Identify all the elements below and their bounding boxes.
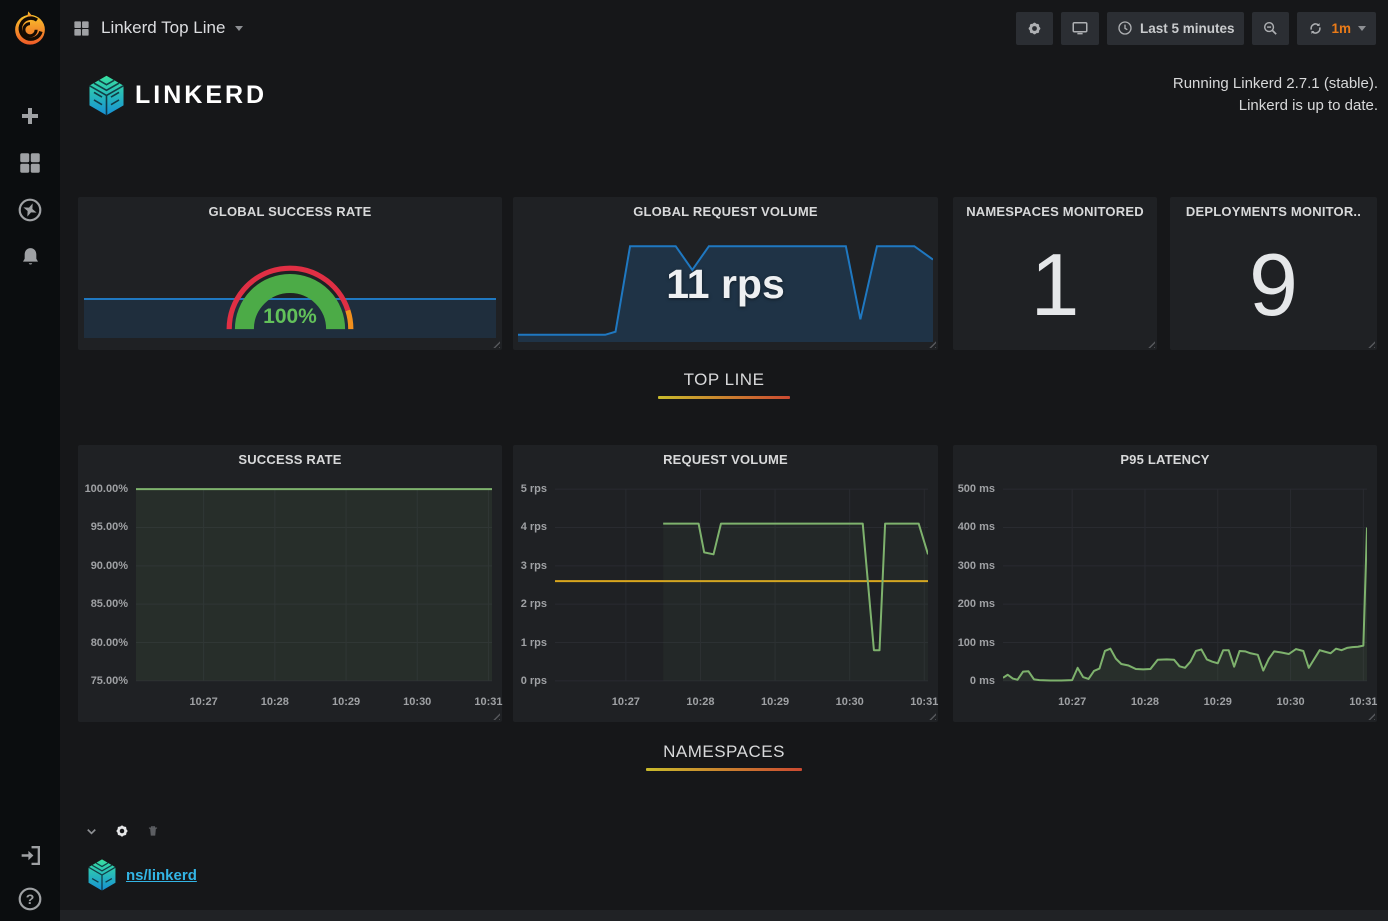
sidebar: ? xyxy=(0,0,60,921)
panel-p95-latency: P95 LATENCY 500 ms400 ms300 ms200 ms100 … xyxy=(953,445,1377,722)
resize-handle[interactable] xyxy=(491,339,500,348)
help-icon[interactable]: ? xyxy=(16,885,44,913)
panel-title[interactable]: P95 LATENCY xyxy=(959,452,1371,467)
y-axis: 500 ms400 ms300 ms200 ms100 ms0 ms xyxy=(953,483,1003,687)
clock-icon xyxy=(1117,20,1133,36)
brand-label: LINKERD xyxy=(135,81,267,110)
plot-area[interactable] xyxy=(136,483,492,687)
gauge-value: 100% xyxy=(78,305,502,329)
zoom-out-button[interactable] xyxy=(1252,12,1289,45)
monitor-icon xyxy=(1071,19,1089,37)
chevron-down-icon xyxy=(235,26,243,31)
alerting-bell-icon[interactable] xyxy=(16,243,44,271)
cycle-view-button[interactable] xyxy=(1061,12,1099,45)
panel-title[interactable]: GLOBAL SUCCESS RATE xyxy=(84,204,496,219)
explore-compass-icon[interactable] xyxy=(16,196,44,224)
create-plus-icon[interactable] xyxy=(16,102,44,130)
grafana-dashboard: ? Linkerd Top Line xyxy=(0,0,1388,921)
panel-deployments-monitored: DEPLOYMENTS MONITOR.. 9 xyxy=(1170,197,1377,350)
x-axis: 10:2710:2810:2910:3010:31 xyxy=(555,696,928,711)
dashboard-grid-icon xyxy=(72,19,91,38)
svg-text:?: ? xyxy=(26,891,35,907)
linkerd-status-text: Running Linkerd 2.7.1 (stable). Linkerd … xyxy=(1173,73,1378,117)
plot-area[interactable] xyxy=(555,483,928,687)
time-range-label: Last 5 minutes xyxy=(1140,21,1235,36)
panel-title[interactable]: DEPLOYMENTS MONITOR.. xyxy=(1176,204,1371,219)
bottom-strip xyxy=(60,910,1388,921)
plot-area[interactable] xyxy=(1003,483,1367,687)
row-controls xyxy=(82,822,162,840)
status-line-2: Linkerd is up to date. xyxy=(1173,95,1378,117)
top-navbar: Linkerd Top Line Las xyxy=(60,0,1388,56)
row-underline xyxy=(646,768,802,771)
y-axis: 100.00%95.00%90.00%85.00%80.00%75.00% xyxy=(78,483,136,687)
refresh-icon xyxy=(1307,20,1324,37)
row-header-namespaces[interactable]: NAMESPACES xyxy=(60,742,1388,771)
row-delete-trash-icon[interactable] xyxy=(144,822,162,840)
sign-in-icon[interactable] xyxy=(16,841,44,869)
panel-title[interactable]: GLOBAL REQUEST VOLUME xyxy=(519,204,932,219)
stat-value: 9 xyxy=(1170,223,1377,346)
x-axis: 10:2710:2810:2910:3010:31 xyxy=(1003,696,1367,711)
linkerd-logo-icon xyxy=(85,74,128,117)
dashboard-title-button[interactable]: Linkerd Top Line xyxy=(72,18,243,38)
dashboard-settings-button[interactable] xyxy=(1016,12,1053,45)
stat-value: 1 xyxy=(953,223,1157,346)
panel-success-rate: SUCCESS RATE 100.00%95.00%90.00%85.00%80… xyxy=(78,445,502,722)
big-value: 11 rps xyxy=(513,261,938,308)
dashboard-title: Linkerd Top Line xyxy=(101,18,225,38)
panel-request-volume: REQUEST VOLUME 5 rps4 rps3 rps2 rps1 rps… xyxy=(513,445,938,722)
row-header-top-line[interactable]: TOP LINE xyxy=(60,370,1388,399)
refresh-button[interactable]: 1m xyxy=(1297,12,1376,45)
panel-title[interactable]: NAMESPACES MONITORED xyxy=(959,204,1151,219)
chevron-down-icon xyxy=(1358,26,1366,31)
panel-title[interactable]: REQUEST VOLUME xyxy=(519,452,932,467)
linkerd-brand: LINKERD xyxy=(85,74,267,117)
row-title: NAMESPACES xyxy=(60,742,1388,762)
collapse-chevron-icon[interactable] xyxy=(82,822,100,840)
row-settings-gear-icon[interactable] xyxy=(113,822,131,840)
y-axis: 5 rps4 rps3 rps2 rps1 rps0 rps xyxy=(513,483,555,687)
namespace-link-row: ns/linkerd xyxy=(85,858,197,892)
grafana-logo-icon[interactable] xyxy=(9,7,51,49)
zoom-out-icon xyxy=(1262,20,1279,37)
ns-linkerd-link[interactable]: ns/linkerd xyxy=(126,867,197,884)
row-title: TOP LINE xyxy=(60,370,1388,390)
x-axis: 10:2710:2810:2910:3010:31 xyxy=(136,696,492,711)
panel-title[interactable]: SUCCESS RATE xyxy=(84,452,496,467)
panel-global-request-volume: GLOBAL REQUEST VOLUME 11 rps xyxy=(513,197,938,350)
refresh-interval-label: 1m xyxy=(1331,21,1351,36)
linkerd-logo-icon xyxy=(85,858,119,892)
time-range-button[interactable]: Last 5 minutes xyxy=(1107,12,1245,45)
panel-global-success-rate: GLOBAL SUCCESS RATE 100% xyxy=(78,197,502,350)
gear-icon xyxy=(1026,20,1043,37)
dashboards-grid-icon[interactable] xyxy=(16,149,44,177)
status-line-1: Running Linkerd 2.7.1 (stable). xyxy=(1173,73,1378,95)
resize-handle[interactable] xyxy=(927,711,936,720)
panel-namespaces-monitored: NAMESPACES MONITORED 1 xyxy=(953,197,1157,350)
resize-handle[interactable] xyxy=(491,711,500,720)
row-underline xyxy=(658,396,790,399)
resize-handle[interactable] xyxy=(1366,711,1375,720)
